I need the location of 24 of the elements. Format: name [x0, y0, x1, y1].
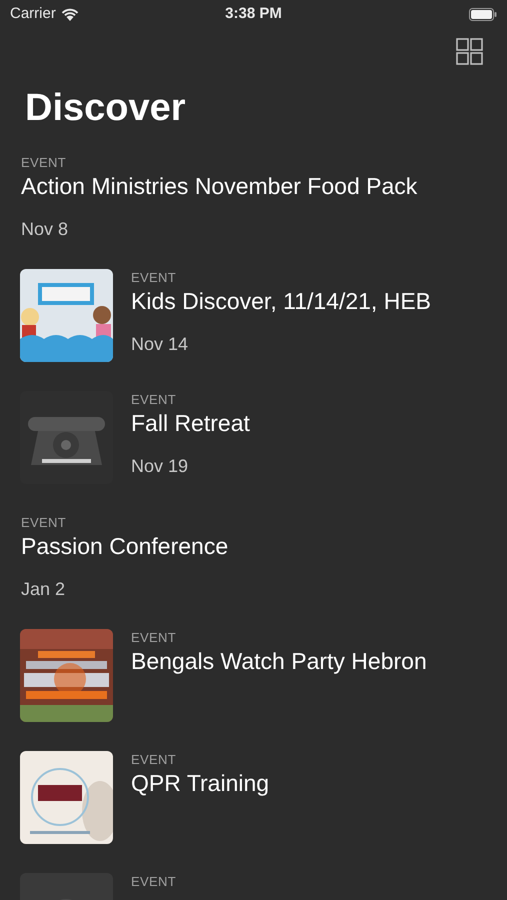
- wifi-icon: [60, 8, 79, 20]
- page-title: Discover: [24, 86, 187, 131]
- carrier-label: Carrier: [10, 4, 56, 24]
- category-label: EVENT: [131, 630, 177, 646]
- category-label: EVENT: [21, 515, 67, 531]
- category-label: EVENT: [21, 155, 67, 171]
- event-title: QPR Training: [131, 769, 270, 798]
- category-label: EVENT: [131, 392, 177, 408]
- event-title: Bengals Watch Party Hebron: [131, 647, 427, 676]
- status-time: 3:38 PM: [225, 4, 282, 24]
- event-title: Fall Retreat: [131, 409, 250, 438]
- event-date: Nov 14: [131, 333, 190, 356]
- event-title: Action Ministries November Food Pack: [21, 172, 418, 201]
- event-date: Nov 19: [131, 455, 190, 478]
- event-date: Jan 2: [21, 578, 66, 601]
- grid-icon: [456, 38, 482, 64]
- category-label: EVENT: [131, 874, 176, 890]
- category-label: EVENT: [131, 270, 177, 286]
- grid-view-button[interactable]: [455, 37, 483, 65]
- event-title: Passion Conference: [21, 532, 230, 561]
- event-date: Nov 8: [21, 218, 70, 241]
- event-title: Kids Discover, 11/14/21, HEB: [131, 287, 431, 316]
- battery-icon: [468, 8, 497, 20]
- category-label: EVENT: [131, 752, 177, 768]
